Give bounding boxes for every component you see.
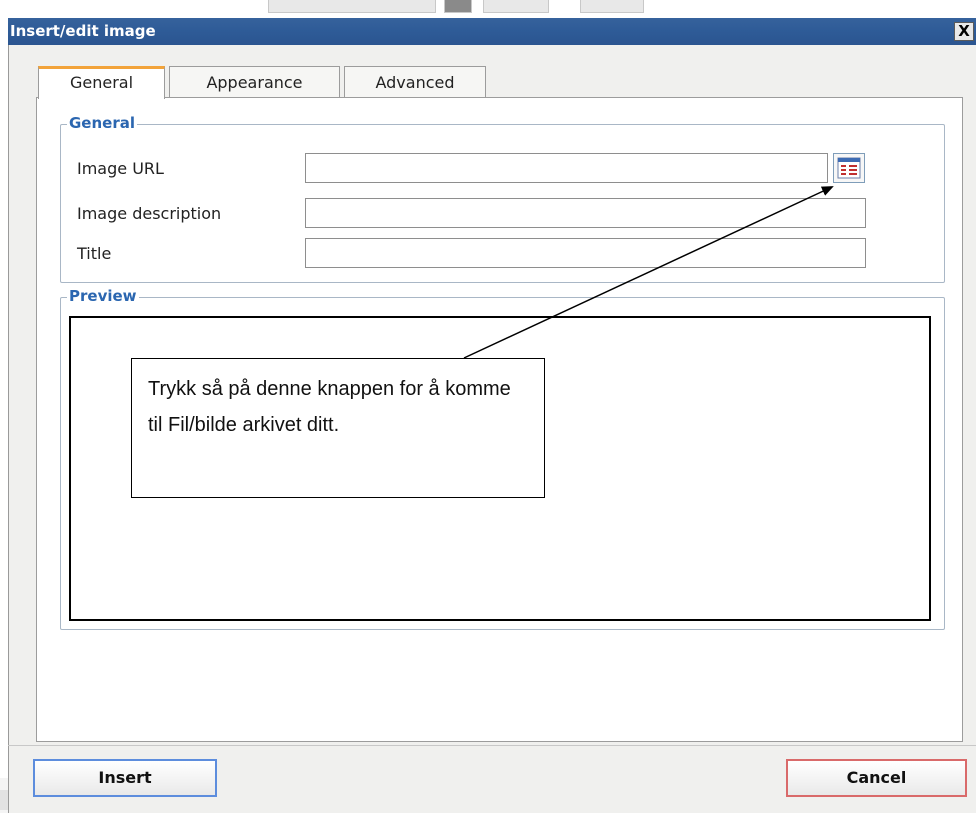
insert-button[interactable]: Insert (33, 759, 217, 797)
cancel-button[interactable]: Cancel (786, 759, 967, 797)
tab-general[interactable]: General (38, 66, 165, 99)
annotation-callout: Trykk så på denne knappen for å komme ti… (131, 358, 545, 498)
dialog-footer-divider (8, 745, 976, 746)
